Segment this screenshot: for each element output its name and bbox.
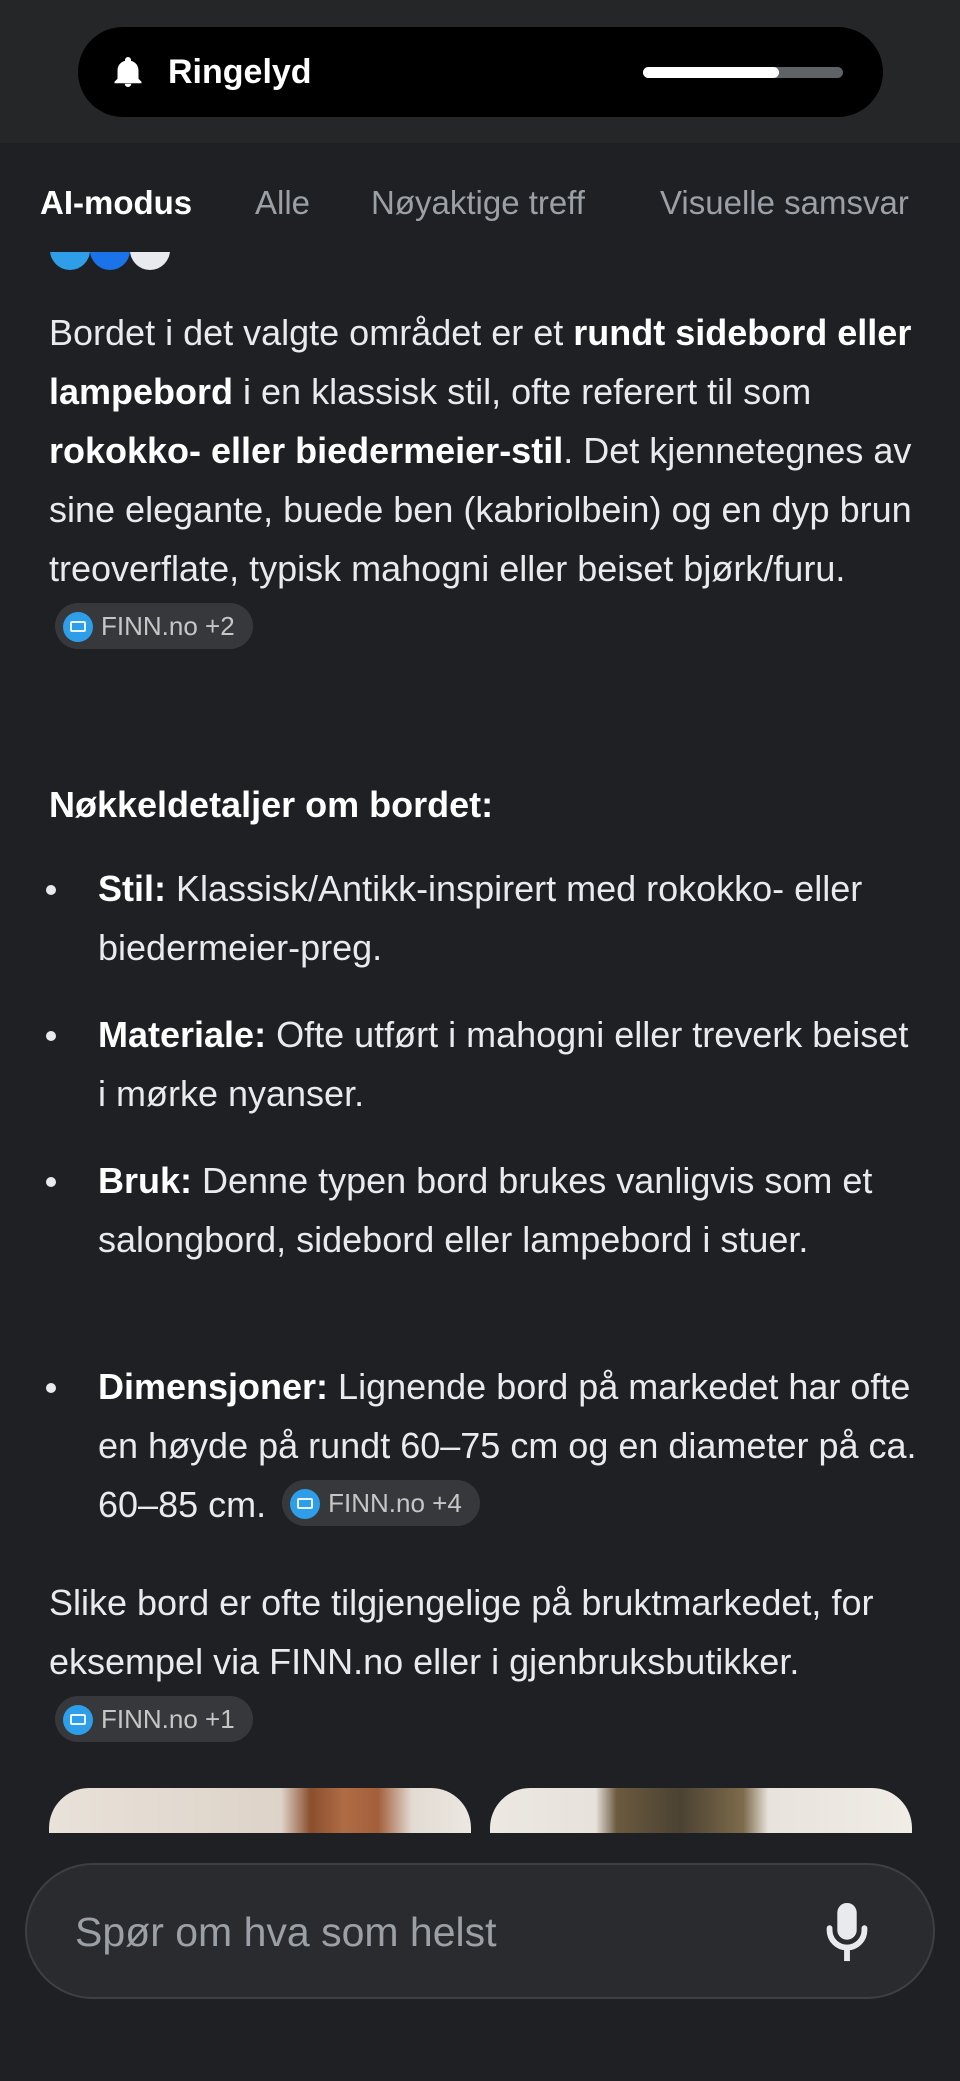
outro-paragraph: Slike bord er ofte tilgjengelige på bruk… xyxy=(49,1573,919,1750)
tab-alle[interactable]: Alle xyxy=(255,183,310,223)
tab-noyaktige-treff[interactable]: Nøyaktige treff xyxy=(371,183,585,223)
finn-source-icon xyxy=(63,1704,93,1735)
source-chip[interactable]: FINN.no +1 xyxy=(55,1696,253,1743)
finn-source-icon xyxy=(290,1488,321,1519)
source-chip[interactable]: FINN.no +2 xyxy=(55,603,253,650)
results-tabs: AI-modus Alle Nøyaktige treff Visuelle s… xyxy=(0,143,960,255)
ask-placeholder: Spør om hva som helst xyxy=(75,1909,497,1955)
bullet xyxy=(46,1177,56,1187)
volume-panel[interactable]: Ringelyd xyxy=(78,27,883,117)
system-bar: Ringelyd xyxy=(0,0,960,143)
list-item: Dimensjoner: Lignende bord på markedet h… xyxy=(98,1366,917,1527)
ai-answer: Bordet i det valgte området er et rundt … xyxy=(0,255,960,1833)
volume-slider[interactable] xyxy=(643,67,843,78)
list-item: Materiale: Ofte utført i mahogni eller t… xyxy=(98,1014,909,1114)
details-heading: Nøkkeldetaljer om bordet: xyxy=(49,784,494,825)
list-item: Stil: Klassisk/Antikk-inspirert med roko… xyxy=(98,868,863,968)
bullet xyxy=(46,1383,56,1393)
volume-label: Ringelyd xyxy=(168,53,312,91)
bullet xyxy=(46,885,56,895)
intro-paragraph: Bordet i det valgte området er et rundt … xyxy=(49,303,919,657)
volume-slider-fill xyxy=(643,67,779,78)
bullet xyxy=(46,1031,56,1041)
microphone-icon[interactable] xyxy=(825,1901,869,1963)
image-thumbnail[interactable] xyxy=(49,1788,471,1833)
ask-input[interactable]: Spør om hva som helst xyxy=(25,1863,935,1999)
bell-icon xyxy=(114,57,142,87)
tab-ai-modus[interactable]: AI-modus xyxy=(40,183,192,223)
source-chip[interactable]: FINN.no +4 xyxy=(282,1480,480,1527)
bottom-bar: Spør om hva som helst xyxy=(0,1833,960,2081)
image-thumbnail[interactable] xyxy=(490,1788,912,1833)
list-item: Bruk: Denne typen bord brukes vanligvis … xyxy=(98,1160,873,1260)
tab-visuelle-samsvar[interactable]: Visuelle samsvar xyxy=(660,183,909,223)
finn-source-icon xyxy=(63,611,93,642)
